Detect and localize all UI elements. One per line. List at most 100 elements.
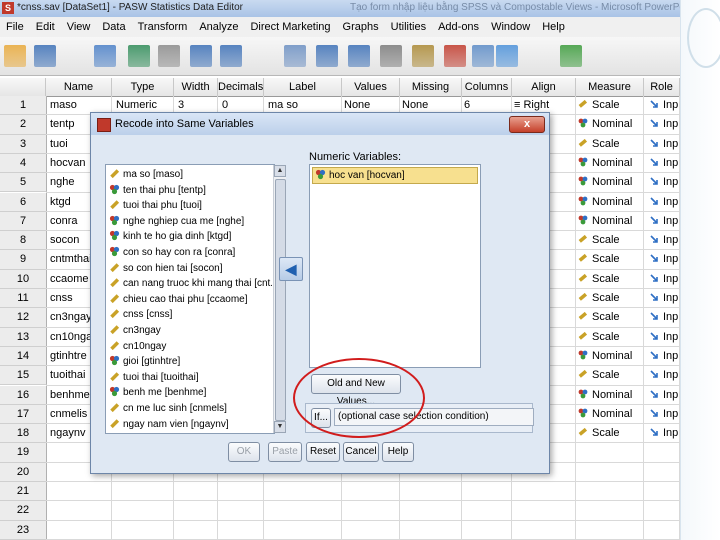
- source-variable-item[interactable]: con so hay con ra [conra]: [109, 245, 235, 261]
- role-cell[interactable]: Input: [650, 366, 678, 384]
- ruler-icon: [110, 200, 120, 210]
- measure-cell[interactable]: Nominal: [578, 173, 642, 191]
- role-cell[interactable]: Input: [650, 250, 678, 268]
- measure-cell[interactable]: Scale: [578, 135, 642, 153]
- row-number[interactable]: 23: [0, 520, 47, 540]
- ruler-icon: [578, 234, 588, 243]
- source-variable-item[interactable]: tuoi thai phu [tuoi]: [109, 198, 202, 214]
- source-variable-item[interactable]: chieu cao thai phu [ccaome]: [109, 292, 248, 308]
- source-variable-item[interactable]: nghe nghiep cua me [nghe]: [109, 214, 244, 230]
- scroll-down-icon[interactable]: ▼: [274, 421, 286, 433]
- source-variable-label: chieu cao thai phu [ccaome]: [123, 293, 248, 305]
- role-cell[interactable]: Input: [650, 231, 678, 249]
- scroll-up-icon[interactable]: ▲: [274, 165, 286, 177]
- row-number[interactable]: 20: [0, 462, 47, 482]
- row-number[interactable]: 17: [0, 404, 47, 425]
- row-number[interactable]: 5: [0, 173, 47, 193]
- role-cell[interactable]: Input: [650, 424, 678, 442]
- source-variable-item[interactable]: cn me luc sinh [cnmels]: [109, 401, 227, 417]
- help-button[interactable]: Help: [382, 442, 414, 462]
- row-number[interactable]: 15: [0, 366, 47, 386]
- row-number[interactable]: 22: [0, 501, 47, 521]
- column-divider: [679, 96, 680, 540]
- role-cell[interactable]: Input: [650, 347, 678, 365]
- measure-cell[interactable]: Scale: [578, 328, 642, 346]
- role-label: Input: [663, 311, 678, 324]
- role-cell[interactable]: Input: [650, 173, 678, 191]
- move-variable-button[interactable]: ◀: [279, 257, 303, 281]
- role-cell[interactable]: Input: [650, 193, 678, 211]
- measure-cell[interactable]: Scale: [578, 289, 642, 307]
- row-number[interactable]: 4: [0, 153, 47, 174]
- paste-button[interactable]: Paste: [268, 442, 302, 462]
- measure-cell[interactable]: Nominal: [578, 347, 642, 365]
- row-number[interactable]: 18: [0, 424, 47, 444]
- role-cell[interactable]: Input: [650, 135, 678, 153]
- measure-cell[interactable]: Nominal: [578, 405, 642, 423]
- role-cell[interactable]: Input: [650, 328, 678, 346]
- measure-cell[interactable]: Nominal: [578, 193, 642, 211]
- row-number[interactable]: 14: [0, 346, 47, 367]
- source-variable-item[interactable]: ten thai phu [tentp]: [109, 183, 206, 199]
- measure-cell[interactable]: Scale: [578, 366, 642, 384]
- row-number[interactable]: 10: [0, 269, 47, 289]
- row-number[interactable]: 1: [0, 96, 47, 116]
- measure-cell[interactable]: Scale: [578, 308, 642, 326]
- source-variable-item[interactable]: cn3ngay: [109, 323, 161, 339]
- row-number[interactable]: 8: [0, 231, 47, 251]
- source-variable-item[interactable]: cn10ngay: [109, 339, 166, 355]
- measure-cell[interactable]: Nominal: [578, 212, 642, 230]
- source-variable-item[interactable]: ma so [maso]: [109, 167, 183, 183]
- measure-cell[interactable]: Nominal: [578, 386, 642, 404]
- measure-label: Nominal: [592, 176, 633, 189]
- row-number[interactable]: 2: [0, 115, 47, 135]
- role-label: Input: [663, 292, 678, 304]
- selected-numeric-variable[interactable]: hoc van [hocvan]: [312, 167, 478, 184]
- measure-cell[interactable]: Scale: [578, 424, 642, 442]
- source-variable-item[interactable]: tuoi thai [tuoithai]: [109, 370, 199, 386]
- role-cell[interactable]: Input: [650, 270, 678, 288]
- role-cell[interactable]: Input: [650, 212, 678, 230]
- measure-cell[interactable]: Scale: [578, 270, 642, 288]
- close-button[interactable]: x: [509, 116, 545, 133]
- cancel-button[interactable]: Cancel: [343, 442, 379, 462]
- source-variable-item[interactable]: can nang truoc khi mang thai [cnt...: [109, 276, 272, 292]
- ok-button[interactable]: OK: [228, 442, 260, 462]
- ruler-icon: [110, 169, 120, 179]
- role-cell[interactable]: Input: [650, 289, 678, 307]
- source-list-scrollbar[interactable]: ▲ ▼: [273, 165, 286, 433]
- row-number[interactable]: 3: [0, 134, 47, 154]
- role-cell[interactable]: Input: [650, 96, 678, 114]
- row-number[interactable]: 12: [0, 308, 47, 328]
- row-number[interactable]: 13: [0, 327, 47, 347]
- source-variable-label: con so hay con ra [conra]: [123, 247, 236, 258]
- row-number[interactable]: 16: [0, 385, 47, 405]
- role-cell[interactable]: Input: [650, 308, 678, 326]
- source-variable-list[interactable]: ma so [maso] ten thai phu [tentp] tuoi tha…: [105, 164, 286, 434]
- role-cell[interactable]: Input: [650, 386, 678, 404]
- row-number[interactable]: 6: [0, 192, 47, 212]
- row-number[interactable]: 9: [0, 250, 47, 270]
- measure-cell[interactable]: Scale: [578, 231, 642, 249]
- source-variable-item[interactable]: benh me [benhme]: [109, 385, 206, 401]
- source-variable-item[interactable]: cnss [cnss]: [109, 307, 172, 323]
- row-number[interactable]: 21: [0, 482, 47, 502]
- role-cell[interactable]: Input: [650, 115, 678, 133]
- scroll-thumb[interactable]: [275, 179, 286, 421]
- row-number[interactable]: 11: [0, 289, 47, 309]
- role-cell[interactable]: Input: [650, 154, 678, 172]
- source-variable-item[interactable]: ngay nam vien [ngaynv]: [109, 417, 229, 433]
- reset-button[interactable]: Reset: [306, 442, 340, 462]
- role-cell[interactable]: Input: [650, 405, 678, 423]
- measure-cell[interactable]: Scale: [578, 96, 642, 114]
- row-number[interactable]: 7: [0, 211, 47, 232]
- source-variable-item[interactable]: gioi [gtinhtre]: [109, 354, 180, 370]
- source-variable-item[interactable]: so con hien tai [socon]: [109, 261, 223, 277]
- input-arrow-icon: [650, 216, 658, 224]
- measure-cell[interactable]: Scale: [578, 250, 642, 268]
- numeric-variables-list[interactable]: hoc van [hocvan]: [309, 164, 481, 368]
- measure-cell[interactable]: Nominal: [578, 115, 642, 133]
- source-variable-item[interactable]: kinh te ho gia dinh [ktgd]: [109, 229, 231, 245]
- row-number[interactable]: 19: [0, 443, 47, 463]
- measure-cell[interactable]: Nominal: [578, 154, 642, 172]
